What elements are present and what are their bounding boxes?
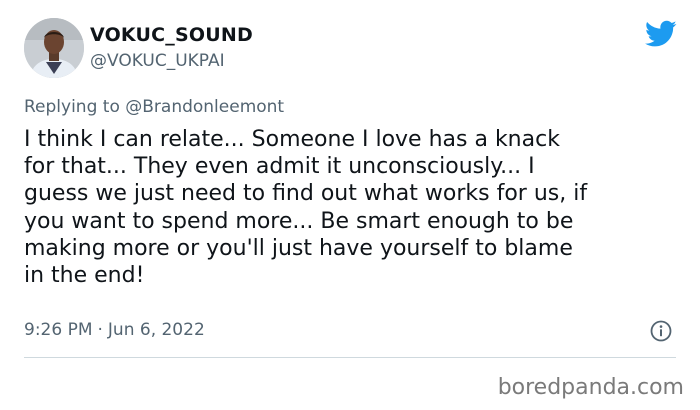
tweet-line: for that... They even admit it unconscio… xyxy=(24,154,535,180)
tweet-line: guess we just need to find out what work… xyxy=(24,181,588,207)
avatar[interactable] xyxy=(24,18,84,78)
tweet-card: VOKUC_SOUND @VOKUC_UKPAI Replying to @Br… xyxy=(0,0,700,410)
watermark: boredpanda.com xyxy=(497,375,684,400)
meta-separator: · xyxy=(97,320,103,340)
tweet-line: in the end! xyxy=(24,263,145,289)
reply-to-handle[interactable]: @Brandonleemont xyxy=(125,97,284,117)
tweet-line: you want to spend more... Be smart enoug… xyxy=(24,208,574,234)
tweet-time: 9:26 PM xyxy=(24,320,93,340)
twitter-bird-icon[interactable] xyxy=(645,20,677,48)
tweet-date: Jun 6, 2022 xyxy=(107,320,205,340)
tweet-line: making more or you'll just have yourself… xyxy=(24,235,573,261)
author-handle[interactable]: @VOKUC_UKPAI xyxy=(90,51,225,71)
tweet-text: I think I can relate... Someone I love h… xyxy=(24,126,684,289)
divider xyxy=(24,357,676,358)
tweet-timestamp[interactable]: 9:26 PM · Jun 6, 2022 xyxy=(24,320,205,340)
tweet-line: I think I can relate... Someone I love h… xyxy=(24,127,560,152)
reply-prefix: Replying to xyxy=(24,97,120,117)
info-icon[interactable] xyxy=(650,320,672,342)
reply-context: Replying to @Brandonleemont xyxy=(24,97,284,117)
author-display-name[interactable]: VOKUC_SOUND xyxy=(90,24,253,46)
